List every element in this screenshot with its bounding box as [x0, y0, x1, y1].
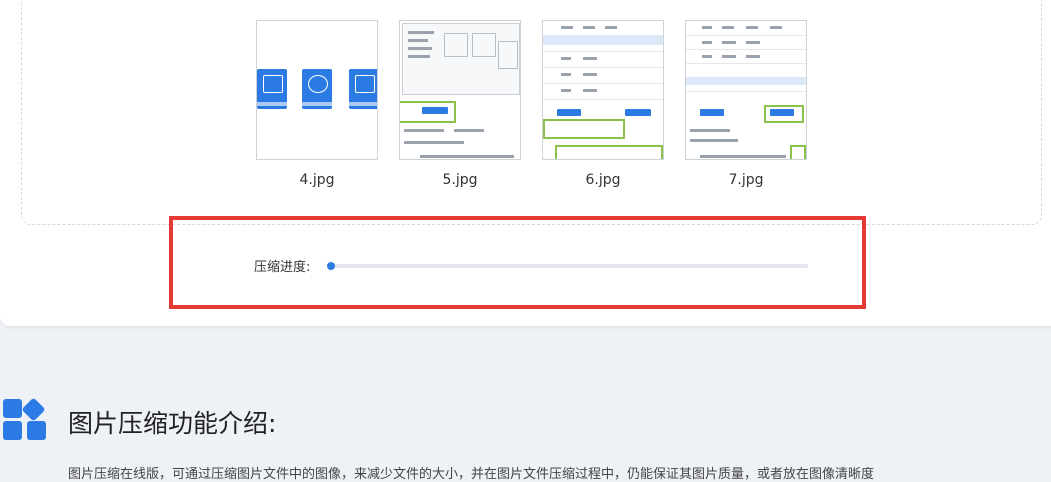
thumbnail-filename: 6.jpg	[585, 172, 621, 188]
video-icon	[302, 69, 332, 109]
thumbnail-image[interactable]	[256, 20, 378, 160]
section-title: 图片压缩功能介绍:	[68, 409, 277, 438]
progress-knob	[327, 262, 335, 270]
section-description: 图片压缩在线版，可通过压缩图片文件中的图像，来减少文件的大小，并在图片文件压缩过…	[68, 467, 875, 482]
progress-label: 压缩进度:	[254, 260, 311, 275]
apps-grid-icon	[3, 398, 46, 440]
progress-track	[330, 264, 808, 268]
thumbnail-filename: 7.jpg	[728, 172, 764, 188]
thumbnail-item[interactable]: 6.jpg	[542, 20, 664, 188]
thumbnail-image[interactable]	[685, 20, 807, 160]
pdf-icon	[349, 69, 377, 109]
thumbnail-image[interactable]	[399, 20, 521, 160]
thumbnail-filename: 4.jpg	[299, 172, 335, 188]
thumbnail-item[interactable]: 4.jpg	[256, 20, 378, 188]
thumbnail-item[interactable]: 7.jpg	[685, 20, 807, 188]
thumbnail-image[interactable]	[542, 20, 664, 160]
upload-dropzone[interactable]	[21, 0, 1042, 225]
image-icon	[257, 69, 287, 109]
thumbnail-filename: 5.jpg	[442, 172, 478, 188]
thumbnail-item[interactable]: 5.jpg	[399, 20, 521, 188]
